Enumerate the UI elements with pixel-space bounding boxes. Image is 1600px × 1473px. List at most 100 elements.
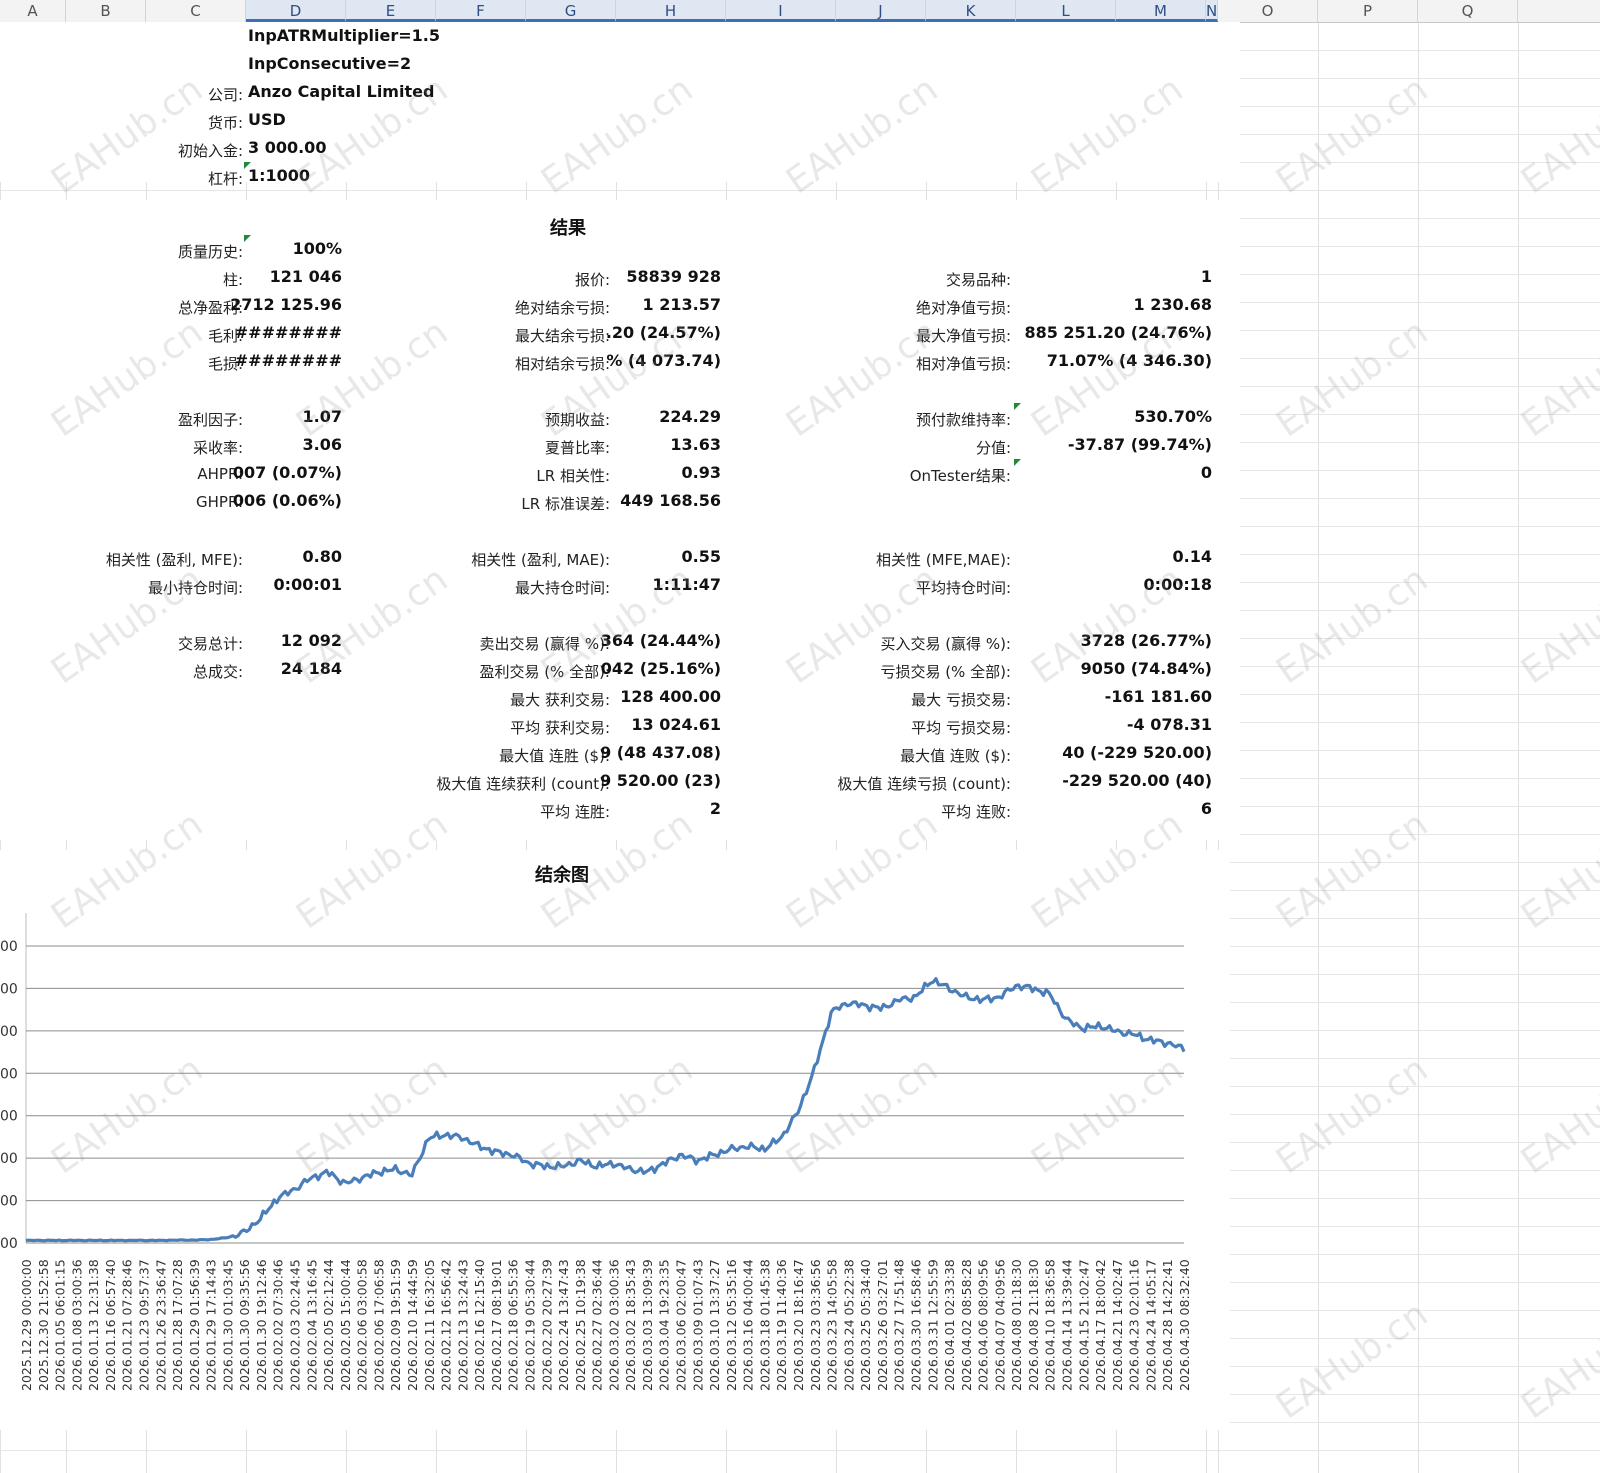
stat-value[interactable]: 0.93 [682,463,721,482]
x-tick-label: 2026.02.19 05:30:44 [522,1259,537,1391]
stat-value[interactable]: ######## [235,351,342,370]
stat-label: 柱: [222,271,243,289]
x-tick-label: 2026.03.24 05:22:38 [841,1259,856,1391]
stat-value[interactable]: -37.87 (99.74%) [1068,435,1212,454]
stat-label: 平均 连胜: [540,803,610,821]
x-tick-label: 2026.02.02 07:30:46 [271,1259,286,1391]
stat-label: 交易总计: [177,635,243,653]
stat-value[interactable]: 530.70% [1134,407,1212,426]
column-header-f[interactable]: F [436,0,526,22]
stat-value[interactable]: 2 [710,799,721,818]
stat-value[interactable]: 121 046 [270,267,342,286]
stat-label: 绝对净值亏损: [915,299,1011,317]
x-tick-label: 2026.01.30 01:03:45 [220,1259,235,1391]
column-header-n[interactable]: N [1206,0,1218,22]
stat-value[interactable]: 9 (48 437.08) [600,743,721,762]
stat-value[interactable]: 364 (24.44%) [601,631,721,650]
comment-indicator-icon [244,162,251,169]
stat-value[interactable]: 885 251.20 (24.76%) [1024,323,1212,342]
stat-value[interactable]: 3.06 [303,435,342,454]
x-tick-label: 2026.03.23 03:36:56 [808,1259,823,1391]
stat-value[interactable]: 128 400.00 [620,687,721,706]
stat-label: OnTester结果: [909,467,1011,485]
stat-label: 相关性 (盈利, MFE): [105,551,243,569]
stat-value[interactable]: 0.14 [1173,547,1212,566]
x-tick-label: 2026.04.21 14:02:47 [1110,1259,1125,1391]
column-header-o[interactable]: O [1218,0,1318,22]
comment-indicator-icon [1014,403,1021,410]
stat-value[interactable]: 24 184 [281,659,342,678]
stat-label: 平均持仓时间: [915,579,1011,597]
x-tick-label: 2026.03.09 01:07:43 [690,1259,705,1391]
stat-value[interactable]: -161 181.60 [1105,687,1212,706]
param-value[interactable]: 3 000.00 [248,138,326,157]
column-header-g[interactable]: G [526,0,616,22]
param-label: 初始入金: [177,142,243,160]
column-header-l[interactable]: L [1016,0,1116,22]
x-tick-label: 2026.04.10 18:36:58 [1043,1259,1058,1391]
stat-value[interactable]: 100% [293,239,342,258]
stat-value[interactable]: 40 (-229 520.00) [1062,743,1212,762]
stat-value[interactable]: 6 [1201,799,1212,818]
stat-value[interactable]: 13 024.61 [631,715,721,734]
param-value[interactable]: InpATRMultiplier=1.5 [248,26,440,45]
column-header-c[interactable]: C [146,0,246,22]
balance-line [25,977,1186,1243]
stat-value[interactable]: 1 230.68 [1134,295,1212,314]
stat-value[interactable]: 0:00:18 [1144,575,1212,594]
param-label: 杠杆: [207,170,243,188]
x-tick-label: 2026.03.18 01:45:38 [757,1259,772,1391]
param-value[interactable]: USD [248,110,286,129]
stat-value[interactable]: 1 213.57 [643,295,721,314]
x-tick-label: 2026.03.16 04:00:44 [741,1259,756,1391]
param-value[interactable]: Anzo Capital Limited [248,82,434,101]
column-header-i[interactable]: I [726,0,836,22]
stat-value[interactable]: -229 520.00 (40) [1062,771,1212,790]
x-tick-label: 2026.03.12 05:35:16 [724,1259,739,1391]
column-header-b[interactable]: B [66,0,146,22]
stat-value[interactable]: 0 [1201,463,1212,482]
column-header-a[interactable]: A [0,0,66,22]
stat-value[interactable]: 12 092 [281,631,342,650]
stat-value[interactable]: 007 (0.07%) [233,463,342,482]
stat-value[interactable]: 006 (0.06%) [233,491,342,510]
stat-value[interactable]: 042 (25.16%) [601,659,721,678]
stat-value[interactable]: 9 520.00 (23) [600,771,721,790]
stat-value[interactable]: % (4 073.74) [606,351,721,370]
column-header-k[interactable]: K [926,0,1016,22]
stat-value[interactable]: 1 [1201,267,1212,286]
stat-value[interactable]: 0:00:01 [274,575,342,594]
stat-value[interactable]: .20 (24.57%) [606,323,721,342]
stat-value[interactable]: ######## [235,323,342,342]
stat-value[interactable]: 3728 (26.77%) [1081,631,1212,650]
column-header-e[interactable]: E [346,0,436,22]
column-header-h[interactable]: H [616,0,726,22]
x-tick-label: 2026.03.25 05:34:40 [858,1259,873,1391]
column-header-j[interactable]: J [836,0,926,22]
param-value[interactable]: InpConsecutive=2 [248,54,411,73]
column-header-p[interactable]: P [1318,0,1418,22]
stat-value[interactable]: 449 168.56 [620,491,721,510]
x-tick-label: 2026.02.11 16:32:05 [422,1259,437,1391]
stat-value[interactable]: 58839 928 [626,267,721,286]
stat-value[interactable]: 0.80 [303,547,342,566]
x-tick-label: 2025.12.29 00:00:00 [19,1259,34,1391]
x-tick-label: 2026.03.30 16:58:46 [908,1259,923,1391]
x-tick-label: 2026.02.25 10:19:38 [573,1259,588,1391]
stat-value[interactable]: 0.55 [682,547,721,566]
stat-value[interactable]: 1:11:47 [653,575,721,594]
stat-value[interactable]: 1.07 [303,407,342,426]
stat-value[interactable]: 224.29 [659,407,721,426]
param-value[interactable]: 1:1000 [248,166,310,185]
stat-value[interactable]: 2712 125.96 [230,295,342,314]
column-header-d[interactable]: D [246,0,346,22]
stat-value[interactable]: 13.63 [670,435,721,454]
stat-label: 最大值 连败 ($): [900,747,1011,765]
stat-label: 相关性 (MFE,MAE): [875,551,1011,569]
param-label: 公司: [207,86,243,104]
stat-value[interactable]: -4 078.31 [1127,715,1212,734]
column-header-q[interactable]: Q [1418,0,1518,22]
stat-value[interactable]: 9050 (74.84%) [1081,659,1212,678]
stat-value[interactable]: 71.07% (4 346.30) [1047,351,1212,370]
column-header-m[interactable]: M [1116,0,1206,22]
